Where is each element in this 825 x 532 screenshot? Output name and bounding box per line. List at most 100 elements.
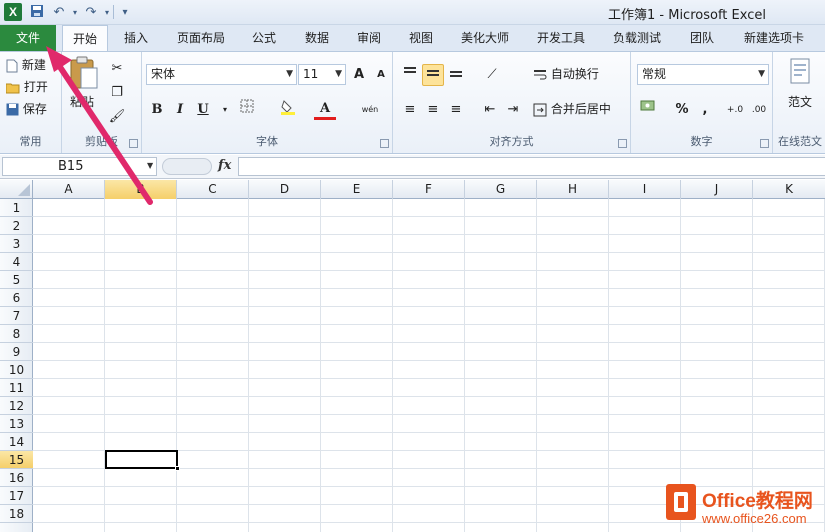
number-launcher-icon[interactable] [760,139,769,148]
column-header[interactable]: J [681,180,753,199]
clipboard-launcher-icon[interactable] [129,139,138,148]
row-header[interactable]: 8 [0,325,33,343]
increase-indent-icon[interactable]: ⇥ [502,99,524,121]
fill-handle[interactable] [175,466,180,471]
row-header[interactable]: 10 [0,361,33,379]
row-header[interactable]: 2 [0,217,33,235]
font-launcher-icon[interactable] [380,139,389,148]
column-header[interactable]: H [537,180,609,199]
row-header[interactable]: 6 [0,289,33,307]
number-format-select[interactable]: 常规 ▼ [637,64,769,85]
font-name-select[interactable]: 宋体 ▼ [146,64,297,85]
row-header[interactable]: 12 [0,397,33,415]
row-header[interactable]: 16 [0,469,33,487]
open-button[interactable]: 打开 [6,77,48,97]
comma-style-button[interactable]: , [694,99,716,121]
column-header[interactable]: E [321,180,393,199]
row-header-selected[interactable]: 15 [0,451,33,469]
row-header[interactable]: 11 [0,379,33,397]
name-box[interactable]: B15 [2,157,157,176]
tab-data[interactable]: 数据 [293,25,341,51]
column-header[interactable]: A [33,180,105,199]
tab-load-test[interactable]: 负载测试 [602,25,672,51]
alignment-launcher-icon[interactable] [618,139,627,148]
column-header[interactable]: F [393,180,465,199]
align-right-icon[interactable]: ≡ [445,99,467,121]
tab-page-layout[interactable]: 页面布局 [168,25,234,51]
row-header[interactable]: 1 [0,199,33,217]
merge-center-button[interactable]: 合并后居中 [533,99,611,119]
tab-formulas[interactable]: 公式 [240,25,288,51]
column-header[interactable]: C [177,180,249,199]
column-header-selected[interactable]: B [105,180,177,199]
shrink-font-button[interactable]: A [370,64,392,86]
copy-icon[interactable]: ❐ [106,82,128,104]
tab-team[interactable]: 团队 [678,25,726,51]
decrease-decimal-button[interactable]: .00 [747,99,771,121]
formula-input[interactable] [238,157,825,176]
chevron-down-icon[interactable]: ▼ [147,161,153,170]
accounting-format-icon[interactable] [637,99,659,121]
tab-insert[interactable]: 插入 [112,25,160,51]
font-color-button[interactable]: A [314,99,336,120]
active-cell[interactable] [105,450,178,469]
group-templates: 范文 在线范文 [773,52,825,153]
wrap-text-button[interactable]: 自动换行 [533,64,599,84]
align-left-icon[interactable]: ≡ [399,99,421,121]
underline-dropdown-icon[interactable]: ▾ [214,99,236,121]
cut-icon[interactable]: ✂ [106,58,128,80]
column-header[interactable]: G [465,180,537,199]
formula-bar-splitter[interactable] [162,158,212,175]
row-header[interactable]: 13 [0,415,33,433]
borders-icon[interactable] [236,99,258,121]
underline-button[interactable]: U [192,99,214,121]
tab-home[interactable]: 开始 [62,25,108,52]
excel-app-icon[interactable]: X [4,3,22,21]
percent-style-button[interactable]: % [671,99,693,121]
column-header[interactable]: K [753,180,825,199]
row-header[interactable]: 18 [0,505,33,523]
row-header[interactable]: 3 [0,235,33,253]
align-bottom-icon[interactable] [445,64,467,86]
select-all-corner[interactable] [0,180,33,199]
column-header[interactable]: D [249,180,321,199]
row-header[interactable]: 17 [0,487,33,505]
italic-button[interactable]: I [169,99,191,121]
align-middle-icon[interactable] [422,64,444,86]
customize-quick-access-icon[interactable]: ▾ [116,4,134,21]
row-header[interactable]: 9 [0,343,33,361]
insert-function-button[interactable]: fx [218,158,231,173]
row-header[interactable]: 14 [0,433,33,451]
font-size-select[interactable]: 11 ▼ [298,64,346,85]
save-file-button[interactable]: 保存 [6,99,47,119]
align-top-icon[interactable] [399,64,421,86]
open-button-label: 打开 [23,80,48,94]
new-button[interactable]: 新建 [6,55,46,75]
decrease-indent-icon[interactable]: ⇤ [479,99,501,121]
tab-view[interactable]: 视图 [397,25,445,51]
row-header[interactable]: 4 [0,253,33,271]
grow-font-button[interactable]: A [348,64,370,86]
phonetic-guide-button[interactable]: wén [356,99,384,121]
template-button[interactable]: 范文 [788,92,812,112]
row-header[interactable]: 5 [0,271,33,289]
orientation-icon[interactable]: ⟋ [481,64,503,86]
paste-icon[interactable] [68,56,100,90]
column-header[interactable]: I [609,180,681,199]
save-icon[interactable] [28,4,46,21]
paste-button[interactable]: 粘贴 [70,92,94,112]
template-document-icon[interactable] [789,58,811,84]
tab-file[interactable]: 文件 [0,25,56,51]
bold-button[interactable]: B [146,99,168,121]
tab-new-tab[interactable]: 新建选项卡 [732,25,816,51]
tab-review[interactable]: 审阅 [345,25,393,51]
row-header[interactable]: 7 [0,307,33,325]
tab-beautify-master[interactable]: 美化大师 [450,25,520,51]
increase-decimal-button[interactable]: +.0 [723,99,747,121]
format-painter-icon[interactable]: 🖌 [106,106,128,128]
align-center-icon[interactable]: ≡ [422,99,444,121]
group-templates-label: 在线范文 [778,135,822,148]
tab-developer[interactable]: 开发工具 [526,25,596,51]
fill-color-icon[interactable] [277,99,299,121]
number-format-value: 常规 [642,67,667,81]
